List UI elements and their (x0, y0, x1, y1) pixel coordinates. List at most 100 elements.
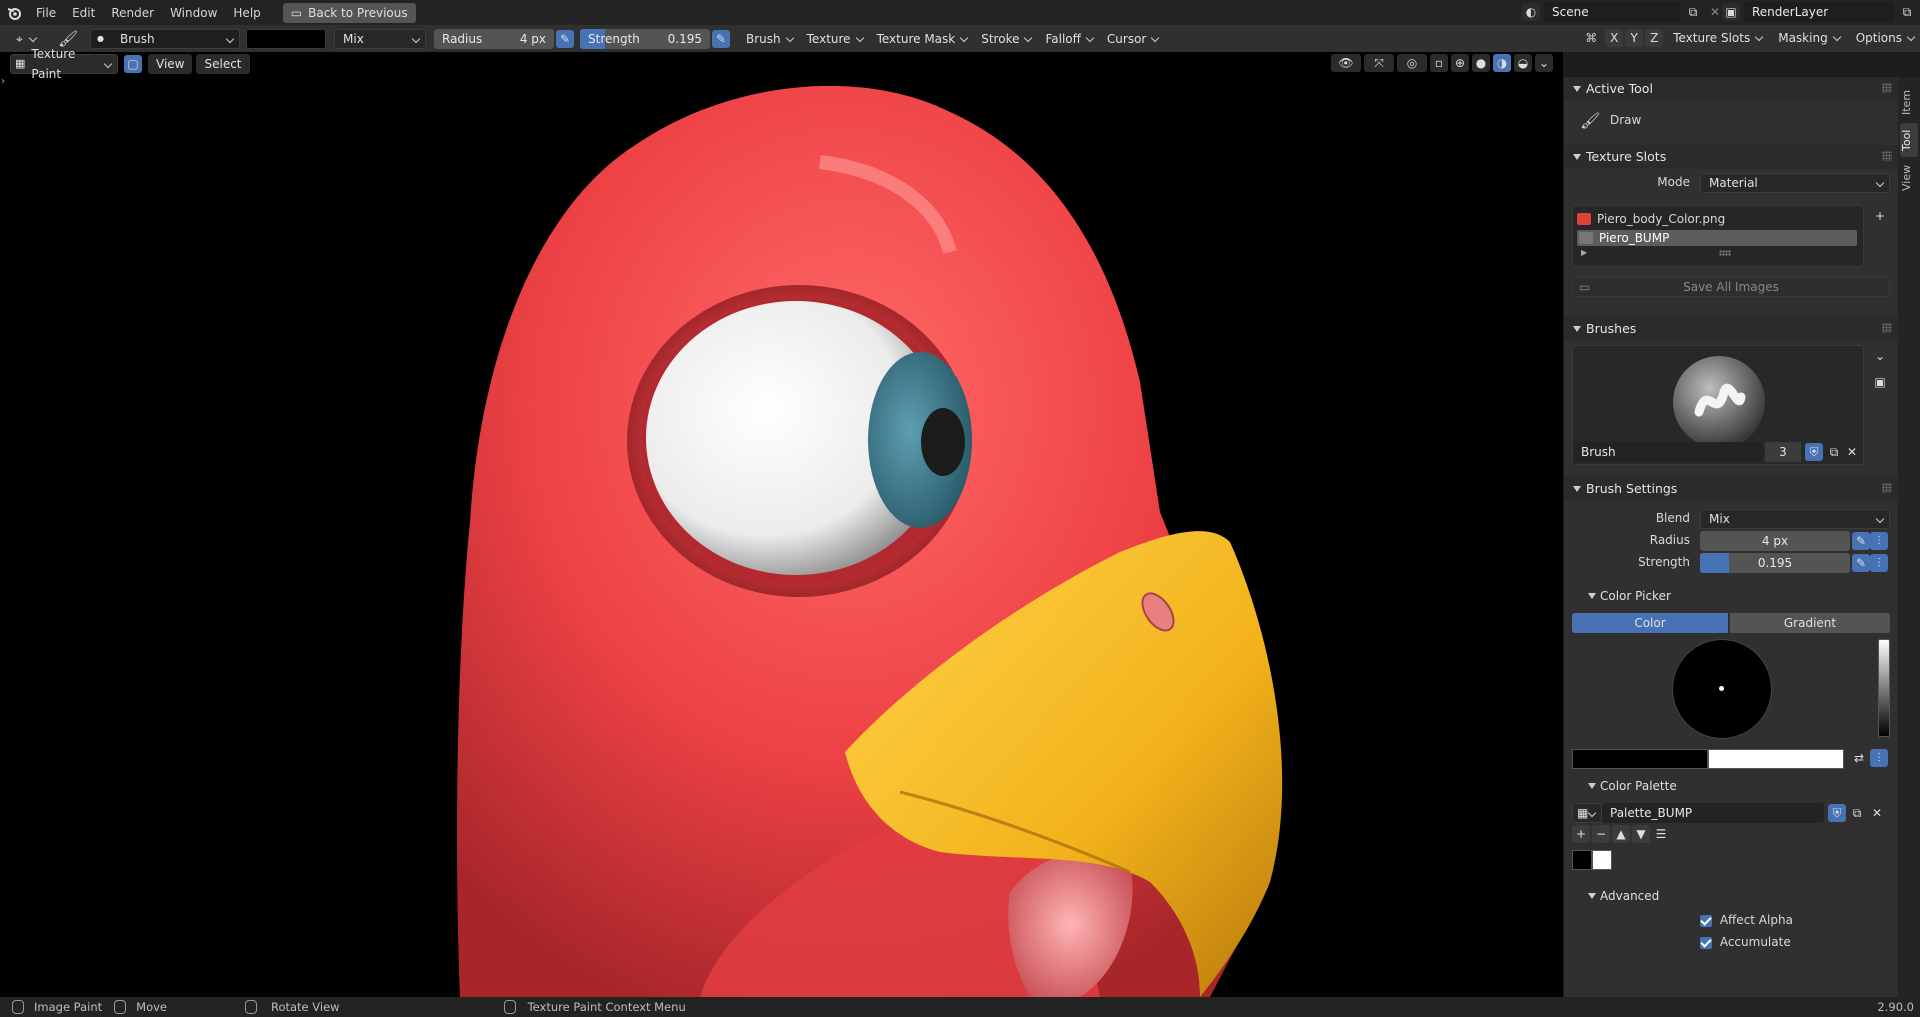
texture-mask-menu[interactable]: Texture Mask (869, 29, 974, 49)
primary-color-swatch[interactable] (1572, 749, 1708, 769)
brush-menu[interactable]: Brush (738, 29, 799, 49)
add-color-icon[interactable]: + (1572, 825, 1590, 843)
brush-dropdown[interactable]: ● Brush (90, 28, 240, 49)
tab-tool[interactable]: Tool (1900, 123, 1918, 157)
move-color-up-icon[interactable]: ▲ (1612, 825, 1630, 843)
drag-grip-icon[interactable] (1882, 323, 1892, 333)
blender-logo-icon[interactable] (0, 5, 28, 21)
unlink-brush-icon[interactable]: ✕ (1843, 443, 1861, 461)
secondary-color-swatch[interactable] (1708, 749, 1844, 769)
render-layer-field[interactable]: RenderLayer (1744, 2, 1894, 22)
radius-pressure-icon[interactable]: ✎ (1852, 532, 1870, 550)
swap-colors-icon[interactable]: ⇄ (1850, 749, 1868, 767)
palette-swatch-white[interactable] (1592, 850, 1612, 870)
list-item[interactable]: Piero_body_Color.png (1577, 210, 1725, 228)
brush-specials-icon[interactable]: ⌄ (1871, 347, 1889, 365)
radius-unit-icon[interactable]: ⫶ (1870, 532, 1888, 550)
duplicate-palette-icon[interactable]: ⧉ (1848, 804, 1866, 822)
fake-user-icon[interactable]: ⛨ (1805, 443, 1823, 461)
select-menu[interactable]: Select (196, 54, 250, 74)
palette-browse-dropdown[interactable]: ▦ (1572, 803, 1602, 823)
falloff-menu[interactable]: Falloff (1037, 29, 1098, 49)
scene-name-field[interactable]: Scene (1544, 2, 1680, 22)
active-tool-name[interactable]: Draw (1610, 113, 1641, 127)
xray-icon[interactable]: ▫ (1430, 54, 1448, 72)
brush-name-field[interactable]: Brush (1573, 442, 1763, 462)
color-palette-subpanel[interactable]: Color Palette (1564, 775, 1920, 797)
brush-icon-button[interactable]: ▣ (1871, 373, 1889, 391)
brush-blend-dropdown[interactable]: Mix (1700, 509, 1890, 529)
visibility-icon[interactable]: 👁 (1331, 54, 1361, 72)
sort-colors-icon[interactable]: ☰ (1652, 825, 1670, 843)
list-item[interactable]: Piero_BUMP (1577, 230, 1857, 246)
tab-view[interactable]: View (1900, 161, 1918, 195)
drag-grip-icon[interactable] (1882, 83, 1892, 93)
mode-dropdown[interactable]: ▦ Texture Paint (10, 47, 118, 81)
color-wheel[interactable] (1672, 639, 1772, 739)
cursor-menu[interactable]: Cursor (1099, 29, 1164, 49)
texture-menu[interactable]: Texture (799, 29, 869, 49)
axis-y-toggle[interactable]: Y (1625, 29, 1644, 47)
copy-layer-icon[interactable]: ⧉ (1898, 3, 1916, 21)
overlay-icon[interactable]: ◎ (1397, 54, 1427, 72)
menu-file[interactable]: File (28, 2, 64, 24)
expand-list-icon[interactable]: ▶ (1581, 248, 1587, 257)
strength-pressure-icon[interactable]: ✎ (1852, 554, 1870, 572)
drag-grip-icon[interactable] (1882, 483, 1892, 493)
move-color-down-icon[interactable]: ▼ (1632, 825, 1650, 843)
menu-edit[interactable]: Edit (64, 2, 103, 24)
drag-grip-icon[interactable] (1882, 151, 1892, 161)
color-tab[interactable]: Color (1572, 613, 1728, 633)
gizmo-icon[interactable]: ⤧ (1364, 54, 1394, 72)
solid-shading-icon[interactable]: ● (1472, 54, 1490, 72)
copy-scene-icon[interactable]: ⧉ (1684, 3, 1702, 21)
texture-mode-dropdown[interactable]: Material (1700, 173, 1890, 193)
active-tool-header[interactable]: Active Tool (1564, 77, 1898, 101)
material-shading-icon[interactable]: ◑ (1493, 54, 1511, 72)
paint-mask-toggle[interactable]: ▢ (124, 55, 142, 73)
axis-z-toggle[interactable]: Z (1645, 29, 1664, 47)
menu-render[interactable]: Render (103, 2, 162, 24)
wireframe-shading-icon[interactable]: ⊕ (1451, 54, 1469, 72)
brush-radius-field[interactable]: 4 px (1700, 531, 1850, 551)
blend-dropdown[interactable]: Mix (334, 28, 426, 49)
radius-field[interactable]: Radius 4 px (434, 28, 554, 49)
color-picker-subpanel[interactable]: Color Picker (1564, 585, 1920, 607)
add-texture-slot-icon[interactable]: + (1871, 207, 1889, 225)
color-swatch[interactable] (246, 28, 326, 49)
palette-name-field[interactable]: Palette_BUMP (1602, 803, 1824, 823)
back-to-previous-button[interactable]: ▭ Back to Previous (282, 2, 416, 23)
affect-alpha-checkbox[interactable]: Affect Alpha (1700, 913, 1793, 927)
save-all-images-button[interactable]: ▭ Save All Images (1572, 277, 1890, 297)
menu-help[interactable]: Help (225, 2, 268, 24)
remove-color-icon[interactable]: − (1592, 825, 1610, 843)
brushes-header[interactable]: Brushes (1564, 317, 1898, 341)
strength-pressure-icon[interactable]: ✎ (712, 29, 730, 48)
view-menu[interactable]: View (148, 54, 193, 74)
shading-options-icon[interactable]: ⌄ (1535, 54, 1553, 72)
stroke-menu[interactable]: Stroke (973, 29, 1037, 49)
menu-window[interactable]: Window (162, 2, 225, 24)
palette-fake-user-icon[interactable]: ⛨ (1828, 804, 1846, 822)
tab-item[interactable]: Item (1900, 85, 1918, 119)
accumulate-checkbox[interactable]: Accumulate (1700, 935, 1791, 949)
toolbar-expand-icon[interactable]: › (1, 76, 5, 87)
color-options-icon[interactable]: ⫶ (1870, 749, 1888, 767)
duplicate-brush-icon[interactable]: ⧉ (1825, 443, 1843, 461)
resize-grip-icon[interactable] (1719, 250, 1731, 256)
brush-users-count[interactable]: 3 (1765, 442, 1801, 462)
scene-icon[interactable]: ◐ (1522, 3, 1540, 21)
rendered-shading-icon[interactable]: ◒ (1514, 54, 1532, 72)
strength-field[interactable]: Strength 0.195 (580, 28, 710, 49)
brush-strength-field[interactable]: 0.195 (1700, 553, 1850, 573)
axis-x-toggle[interactable]: X (1605, 29, 1624, 47)
advanced-subpanel[interactable]: Advanced (1564, 885, 1920, 907)
brush-preview[interactable]: Brush 3 ⛨ ⧉ ✕ (1572, 345, 1864, 465)
options-menu[interactable]: Options (1848, 28, 1920, 48)
radius-pressure-icon[interactable]: ✎ (556, 29, 574, 48)
render-layer-icon[interactable]: ▣ (1722, 3, 1740, 21)
3d-viewport[interactable]: › (0, 52, 1563, 997)
unlink-palette-icon[interactable]: ✕ (1868, 804, 1886, 822)
gradient-tab[interactable]: Gradient (1730, 613, 1890, 633)
texture-slots-menu[interactable]: Texture Slots (1665, 28, 1768, 48)
